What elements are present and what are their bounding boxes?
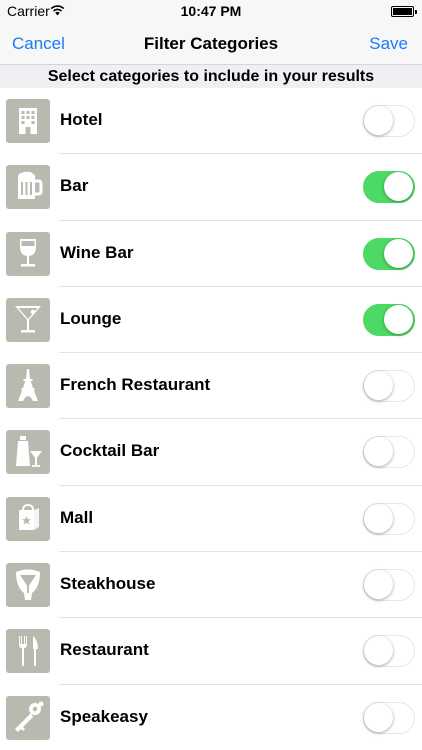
martini-glass-icon	[6, 297, 50, 342]
category-toggle-switch[interactable]	[363, 635, 415, 668]
category-row-french-restaurant: French Restaurant	[0, 353, 422, 420]
category-list: Hotel Bar Wine Bar Lounge French Restaurant C…	[0, 88, 422, 750]
category-label: Lounge	[60, 308, 122, 328]
battery-icon	[391, 6, 417, 17]
category-row-hotel: Hotel	[0, 88, 422, 155]
fork-knife-icon	[6, 629, 50, 674]
category-row-mall: Mall	[0, 486, 422, 553]
toggle-knob	[384, 172, 413, 202]
page-title: Filter Categories	[143, 34, 279, 53]
key-icon	[6, 695, 50, 740]
category-row-speakeasy: Speakeasy	[0, 685, 422, 750]
category-toggle-switch[interactable]	[363, 502, 415, 535]
category-toggle-switch[interactable]	[363, 569, 415, 602]
wine-glass-icon	[6, 231, 50, 276]
shopping-bag-icon	[6, 496, 50, 541]
category-label: Cocktail Bar	[60, 441, 160, 461]
toggle-knob	[364, 106, 393, 135]
category-row-lounge: Lounge	[0, 287, 422, 354]
status-bar: Carrier 10:47 PM	[0, 0, 422, 22]
beer-mug-icon	[6, 165, 50, 210]
clock: 10:47 PM	[180, 3, 242, 19]
cocktail-shaker-icon	[6, 430, 50, 475]
category-toggle-switch[interactable]	[363, 171, 415, 204]
toggle-knob	[384, 304, 413, 334]
navigation-bar: Cancel Filter Categories Save	[0, 22, 422, 64]
section-header-text: Select categories to include in your res…	[47, 68, 375, 85]
toggle-knob	[364, 702, 393, 732]
category-label: Speakeasy	[60, 706, 148, 726]
eiffel-tower-icon	[6, 364, 50, 409]
category-toggle-switch[interactable]	[363, 105, 415, 137]
save-button[interactable]: Save	[369, 34, 408, 54]
category-row-wine-bar: Wine Bar	[0, 221, 422, 288]
category-row-steakhouse: Steakhouse	[0, 552, 422, 619]
category-label: Steakhouse	[60, 574, 156, 594]
category-label: Restaurant	[60, 640, 149, 660]
category-label: Bar	[60, 176, 89, 196]
t-bone-steak-icon	[6, 563, 50, 608]
toggle-knob	[364, 636, 393, 666]
toggle-knob	[364, 371, 393, 401]
category-label: Mall	[60, 507, 94, 527]
category-toggle-switch[interactable]	[363, 436, 415, 469]
category-toggle-switch[interactable]	[363, 701, 415, 734]
toggle-knob	[364, 570, 393, 600]
category-row-cocktail-bar: Cocktail Bar	[0, 419, 422, 487]
section-header: Select categories to include in your res…	[0, 64, 422, 88]
category-row-bar: Bar	[0, 154, 422, 221]
hotel-icon	[6, 99, 50, 143]
category-label: Hotel	[60, 110, 103, 129]
category-label: French Restaurant	[60, 375, 211, 395]
category-toggle-switch[interactable]	[363, 237, 415, 270]
toggle-knob	[384, 238, 413, 268]
category-row-restaurant: Restaurant	[0, 618, 422, 685]
toggle-knob	[364, 503, 393, 533]
category-toggle-switch[interactable]	[363, 303, 415, 336]
category-label: Wine Bar	[60, 242, 134, 262]
toggle-knob	[364, 437, 393, 467]
category-toggle-switch[interactable]	[363, 370, 415, 403]
